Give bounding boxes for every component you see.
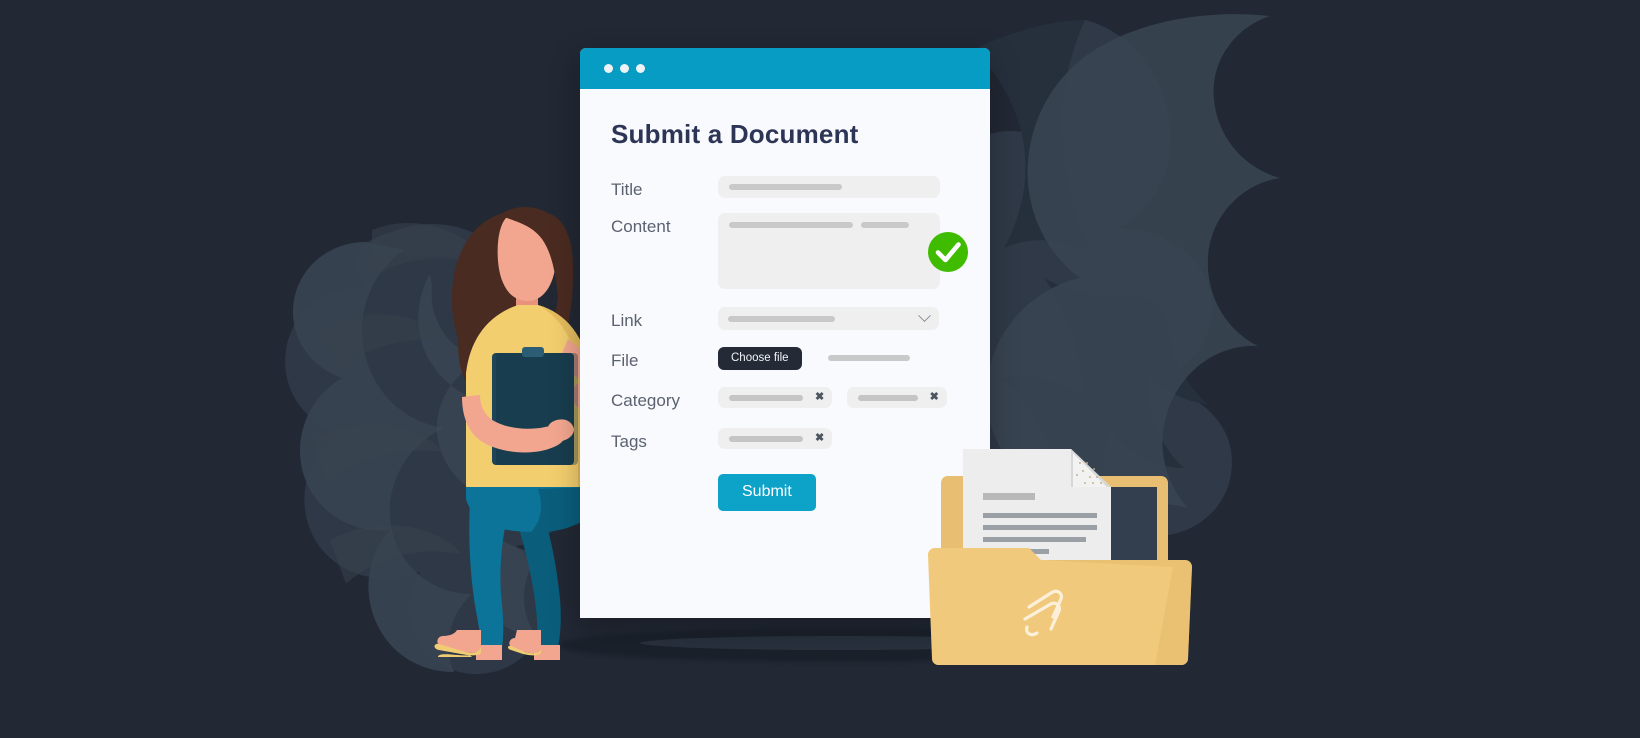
field-row-content: Content (611, 213, 968, 289)
doc-line (983, 537, 1086, 542)
window-dot-1[interactable] (604, 64, 613, 73)
document-folder-illustration (928, 449, 1192, 665)
category-chip-2-text-bar (857, 394, 918, 401)
label-link: Link (611, 311, 643, 330)
doc-line (983, 513, 1097, 518)
control-category: ✖ ✖ (718, 387, 960, 408)
clipboard-clip (522, 347, 544, 357)
field-row-file: File Choose file (611, 347, 960, 371)
field-row-title: Title (611, 176, 960, 200)
content-textarea[interactable] (718, 213, 940, 289)
remove-icon[interactable]: ✖ (930, 392, 939, 403)
choose-file-button[interactable]: Choose file (718, 347, 802, 370)
title-input[interactable] (718, 176, 940, 198)
category-chip-1-text-bar (729, 394, 803, 401)
category-chip-1[interactable]: ✖ (718, 387, 833, 408)
control-file: Choose file (718, 347, 960, 370)
check-circle-icon (928, 232, 968, 272)
field-row-category: Category ✖ ✖ (611, 387, 960, 411)
tags-chip-1[interactable]: ✖ (718, 428, 833, 449)
doc-line-heading (983, 493, 1035, 500)
control-title (718, 176, 960, 198)
link-select[interactable] (718, 307, 939, 330)
control-link (718, 307, 960, 330)
content-placeholder-bar-2 (861, 222, 909, 228)
window-dot-2[interactable] (620, 64, 629, 73)
control-content (718, 213, 968, 289)
category-chip-2[interactable]: ✖ (846, 387, 947, 408)
page-title: Submit a Document (611, 119, 859, 149)
tags-chip-1-text-bar (729, 435, 803, 442)
doc-line (983, 525, 1097, 530)
link-select-value-bar (728, 315, 835, 322)
submit-button[interactable]: Submit (718, 474, 816, 511)
label-content: Content (611, 217, 671, 236)
illustration-scene: Submit a Document Title Content Link Fil… (0, 0, 1640, 738)
chevron-down-icon (918, 309, 931, 323)
window-titlebar (580, 48, 990, 89)
field-row-link: Link (611, 307, 960, 331)
label-title: Title (611, 180, 643, 199)
remove-icon[interactable]: ✖ (815, 433, 824, 444)
shoes-illustration (434, 630, 541, 656)
selected-file-name-bar (828, 354, 910, 361)
label-file: File (611, 351, 639, 370)
control-tags: ✖ (718, 428, 960, 449)
content-placeholder-bar-1 (729, 222, 853, 228)
remove-icon[interactable]: ✖ (815, 392, 824, 403)
title-input-placeholder-bar (729, 184, 842, 190)
label-tags: Tags (611, 432, 647, 451)
field-row-tags: Tags ✖ (611, 428, 960, 452)
label-category: Category (611, 391, 680, 410)
window-dot-3[interactable] (636, 64, 645, 73)
